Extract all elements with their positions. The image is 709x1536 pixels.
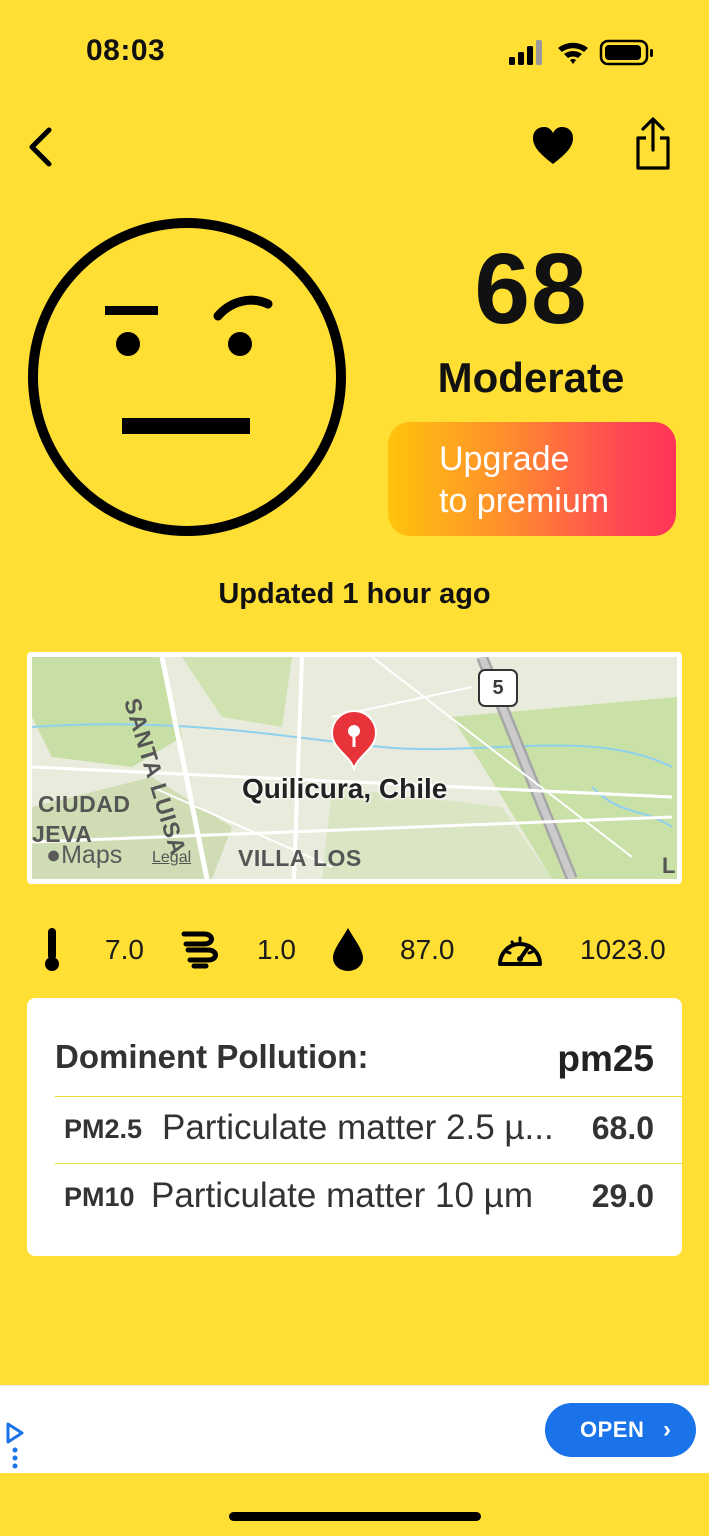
home-indicator[interactable] [229, 1512, 481, 1521]
pollutant-name: Particulate matter 2.5 µ... [162, 1108, 554, 1147]
apple-logo-icon: ● [46, 841, 62, 869]
route-shield: 5 [478, 669, 518, 707]
maps-brand: ●Maps [46, 841, 122, 870]
wind-value: 1.0 [257, 934, 296, 965]
map-legal-link[interactable]: Legal [152, 849, 191, 867]
map-pin-icon [330, 710, 378, 771]
maps-brand-text: Maps [61, 841, 123, 869]
upgrade-label-line1: Upgrade [439, 440, 570, 478]
wifi-icon [558, 42, 588, 64]
divider [55, 1096, 682, 1097]
pressure-gauge-icon [498, 936, 542, 966]
pollutant-name: Particulate matter 10 µm [151, 1176, 533, 1215]
battery-icon [599, 39, 653, 66]
signal-icon [509, 40, 542, 65]
chevron-right-icon: › [662, 1416, 672, 1443]
pollutant-code: PM10 [64, 1182, 135, 1212]
pollutant-row-pm10: PM10 Particulate matter 10 µm 29.0 [64, 1168, 654, 1228]
favorite-heart-icon[interactable] [530, 124, 576, 168]
aqi-value: 68 [474, 233, 588, 345]
pollution-card: Dominent Pollution: pm25 PM2.5 Particula… [27, 998, 682, 1256]
temperature-value: 7.0 [105, 934, 144, 965]
aqi-level: Moderate [437, 354, 625, 401]
skeptical-face-icon [28, 218, 346, 536]
pollutant-value: 68.0 [591, 1110, 654, 1146]
ad-banner[interactable]: OPEN › [0, 1385, 709, 1473]
location-map[interactable]: SANTA LUISA CIUDAD JEVA VILLA LOS 5 L Qu… [27, 652, 682, 884]
back-chevron-icon[interactable] [22, 124, 62, 170]
pollutant-code: PM2.5 [64, 1114, 143, 1144]
wind-icon [181, 931, 218, 969]
ad-menu-dots-icon[interactable] [10, 1446, 20, 1470]
humidity-drop-icon [333, 928, 363, 971]
upgrade-label-line2: to premium [439, 482, 610, 520]
pollutant-row-pm25: PM2.5 Particulate matter 2.5 µ... 68.0 [64, 1100, 654, 1160]
share-icon[interactable] [632, 116, 674, 172]
dominant-pollution-value: pm25 [557, 1038, 654, 1079]
map-label-edge: L [662, 853, 676, 878]
map-label-villa-los: VILLA LOS [238, 845, 362, 871]
updated-time-text: Updated 1 hour ago [218, 578, 491, 610]
thermometer-icon [45, 928, 59, 971]
status-time: 08:03 [86, 34, 166, 67]
ad-open-label: OPEN [580, 1417, 645, 1442]
ad-choices-icon[interactable] [4, 1420, 26, 1446]
pressure-value: 1023.0 [580, 934, 666, 965]
map-label-ciudad: CIUDAD [38, 791, 131, 817]
divider [55, 1163, 682, 1164]
dominant-pollution-label: Dominent Pollution: [55, 1038, 369, 1075]
status-icons [509, 39, 653, 66]
humidity-value: 87.0 [400, 934, 455, 965]
ad-open-button[interactable]: OPEN › [545, 1403, 696, 1457]
pollutant-value: 29.0 [591, 1178, 654, 1214]
upgrade-premium-button[interactable]: Upgrade to premium [388, 422, 676, 536]
map-location-label: Quilicura, Chile [242, 773, 448, 804]
